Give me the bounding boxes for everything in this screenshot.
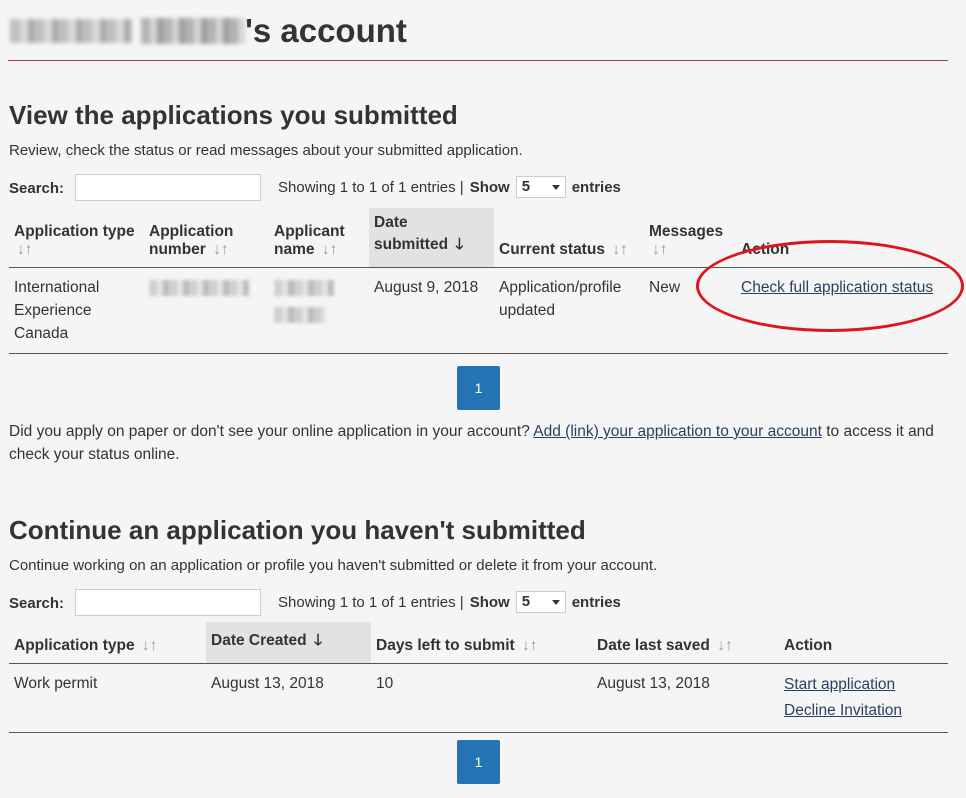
col-current-status[interactable]: Current status ↓↑	[494, 208, 644, 268]
col-applicant-name[interactable]: Applicant name ↓↑	[269, 208, 369, 268]
table-row: International Experience Canada August 9…	[9, 268, 948, 354]
submitted-description: Review, check the status or read message…	[9, 142, 523, 159]
col-action: Action	[736, 208, 948, 268]
submitted-page-size-value: 5	[521, 178, 531, 195]
cell-current-status: Application/profile updated	[499, 279, 622, 319]
col-action: Action	[779, 622, 948, 664]
unsubmitted-show-label: Show	[469, 593, 510, 611]
sort-arrows-icon: ↓↑	[521, 637, 538, 654]
cell-application-number	[144, 268, 269, 354]
sort-arrows-icon: ↓↑	[141, 637, 158, 654]
submitted-page-size-select[interactable]: 5	[515, 176, 566, 198]
cell-date-created: August 13, 2018	[211, 675, 324, 692]
submitted-showing-info: Showing 1 to 1 of 1 entries | Show 5 ent…	[278, 176, 621, 198]
unsubmitted-page-size-value: 5	[521, 593, 531, 610]
unsubmitted-search-input[interactable]	[75, 589, 261, 616]
cell-date-submitted: August 9, 2018	[374, 279, 479, 296]
col-date-created[interactable]: Date Created 🡓	[206, 622, 371, 664]
submitted-search-label: Search:	[9, 180, 65, 197]
redacted-first-name	[10, 19, 132, 43]
sort-down-arrow-icon: 🡓	[455, 236, 464, 253]
title-divider	[8, 60, 948, 61]
sort-arrows-icon: ↓↑	[17, 241, 33, 258]
unsubmitted-heading: Continue an application you haven't subm…	[9, 515, 586, 545]
unsubmitted-applications-table: Application type ↓↑ Date Created 🡓 Days …	[9, 622, 948, 733]
submitted-entries-label: entries	[571, 178, 621, 196]
sort-arrows-icon: ↓↑	[652, 241, 668, 258]
col-date-submitted[interactable]: Date submitted 🡓	[369, 208, 494, 268]
col-application-type[interactable]: Application type ↓↑	[9, 622, 206, 664]
cell-application-type: Work permit	[14, 675, 98, 692]
cell-action: Check full application status	[736, 268, 948, 354]
caret-down-icon	[551, 600, 560, 605]
unsubmitted-page-size-select[interactable]: 5	[515, 591, 566, 613]
redacted-applicant-last-name	[274, 307, 326, 323]
sort-arrows-icon: ↓↑	[717, 637, 733, 654]
submitted-show-label: Show	[469, 178, 510, 196]
page-title-text: 's account	[245, 12, 407, 49]
submitted-showing-text: Showing 1 to 1 of 1 entries |	[278, 178, 464, 196]
cell-application-type: International Experience Canada	[14, 279, 100, 342]
submitted-heading: View the applications you submitted	[9, 100, 458, 130]
col-application-type[interactable]: Application type ↓↑	[9, 208, 144, 268]
sort-arrows-icon: ↓↑	[321, 241, 338, 258]
redacted-last-name	[141, 18, 245, 44]
caret-down-icon	[551, 185, 560, 190]
cell-applicant-name	[269, 268, 369, 354]
redacted-application-number	[149, 280, 249, 296]
table-row: Work permit August 13, 2018 10 August 13…	[9, 664, 948, 733]
redacted-applicant-first-name	[274, 280, 334, 296]
unsubmitted-search-label: Search:	[9, 595, 65, 612]
sort-arrows-icon: ↓↑	[213, 241, 229, 258]
col-date-last-saved[interactable]: Date last saved ↓↑	[592, 622, 779, 664]
col-messages[interactable]: Messages ↓↑	[644, 208, 736, 268]
cell-action: Start application Decline Invitation	[779, 664, 948, 733]
page-title: 's account	[10, 12, 407, 50]
submitted-search-input[interactable]	[75, 174, 261, 201]
col-application-number[interactable]: Application number ↓↑	[144, 208, 269, 268]
submitted-applications-table: Application type ↓↑ Application number ↓…	[9, 208, 948, 354]
submitted-page-button[interactable]: 1	[457, 366, 500, 410]
cell-date-last-saved: August 13, 2018	[597, 675, 710, 692]
add-link-application-link[interactable]: Add (link) your application to your acco…	[533, 423, 822, 440]
table-header-row: Application type ↓↑ Application number ↓…	[9, 208, 948, 268]
unsubmitted-page-button[interactable]: 1	[457, 740, 500, 784]
unsubmitted-showing-info: Showing 1 to 1 of 1 entries | Show 5 ent…	[278, 591, 621, 613]
start-application-link[interactable]: Start application	[784, 676, 895, 693]
col-days-left[interactable]: Days left to submit ↓↑	[371, 622, 592, 664]
cell-days-left: 10	[376, 675, 394, 692]
table-header-row: Application type ↓↑ Date Created 🡓 Days …	[9, 622, 948, 664]
sort-down-arrow-icon: 🡓	[313, 632, 322, 649]
unsubmitted-description: Continue working on an application or pr…	[9, 557, 658, 574]
sort-arrows-icon: ↓↑	[612, 241, 628, 258]
check-full-application-status-link[interactable]: Check full application status	[741, 279, 933, 296]
unsubmitted-showing-text: Showing 1 to 1 of 1 entries |	[278, 593, 464, 611]
link-application-note: Did you apply on paper or don't see your…	[9, 423, 934, 463]
cell-messages: New	[649, 279, 681, 296]
decline-invitation-link[interactable]: Decline Invitation	[784, 702, 902, 719]
unsubmitted-entries-label: entries	[571, 593, 621, 611]
